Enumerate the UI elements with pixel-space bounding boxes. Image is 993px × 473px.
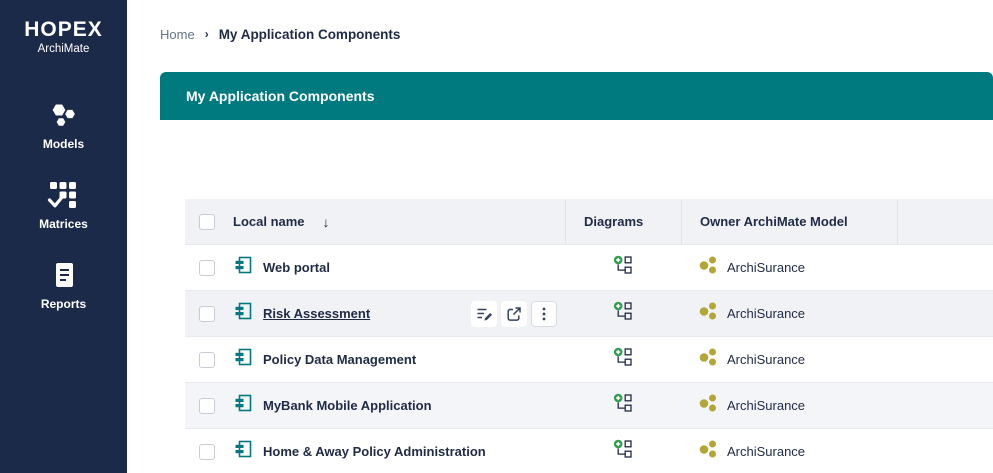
application-component-icon [233,301,253,326]
owner-model-name: ArchiSurance [727,260,806,275]
diagrams-icon[interactable] [613,439,633,464]
open-in-new-button[interactable] [501,300,527,327]
select-all-checkbox[interactable] [199,213,215,230]
row-checkbox[interactable] [199,305,215,322]
application-component-icon [233,255,253,280]
column-header-owner[interactable]: Owner ArchiMate Model [681,199,897,244]
column-header-owner-label: Owner ArchiMate Model [700,214,848,229]
edit-icon [477,308,492,320]
logo-title: HOPEX [24,18,103,41]
application-component-icon [233,439,253,464]
breadcrumb: Home › My Application Components [160,26,993,42]
component-name-link[interactable]: Home & Away Policy Administration [263,444,486,459]
column-header-diagrams-label: Diagrams [584,214,644,229]
matrices-icon [47,179,79,211]
table-header-row: Local name ↓ Diagrams Owner ArchiMate Mo… [185,199,993,245]
table-row[interactable]: Home & Away Policy Administration ArchiS… [185,429,993,473]
reports-icon [48,259,80,291]
diagrams-icon[interactable] [613,393,633,418]
breadcrumb-home[interactable]: Home [160,27,195,42]
logo-subtitle: ArchiMate [37,43,90,56]
archimate-model-icon [699,347,719,372]
table-row[interactable]: Risk Assessment ArchiSurance [185,291,993,337]
diagrams-icon[interactable] [613,255,633,280]
header-checkbox-cell [185,199,229,244]
header-spacer-cell [897,199,993,244]
application-component-icon [233,393,253,418]
archimate-model-icon [699,301,719,326]
sidebar-item-reports-label: Reports [40,297,87,312]
sidebar-nav: Models Matrices Reports [0,99,127,311]
component-name-link[interactable]: Policy Data Management [263,352,416,367]
kebab-menu-icon [542,307,546,320]
row-checkbox[interactable] [199,397,215,414]
edit-row-button[interactable] [471,300,497,327]
column-header-local-name[interactable]: Local name ↓ [229,199,565,244]
sidebar-item-models-label: Models [42,137,85,152]
row-actions [471,300,557,327]
app-window: HOPEX ArchiMate Models Matrices Reports … [0,0,993,473]
owner-model-name: ArchiSurance [727,352,806,367]
row-checkbox[interactable] [199,351,215,368]
archimate-model-icon [699,255,719,280]
breadcrumb-current: My Application Components [218,26,401,42]
diagrams-icon[interactable] [613,347,633,372]
components-table: Local name ↓ Diagrams Owner ArchiMate Mo… [185,199,993,473]
logo: HOPEX ArchiMate [0,18,127,55]
row-checkbox[interactable] [199,259,215,276]
sidebar: HOPEX ArchiMate Models Matrices Reports [0,0,127,473]
application-component-icon [233,347,253,372]
sidebar-item-matrices-label: Matrices [39,217,88,232]
diagrams-icon[interactable] [613,301,633,326]
panel-header: My Application Components [160,72,993,120]
owner-model-name: ArchiSurance [727,444,806,459]
table-row[interactable]: Web portal ArchiSurance [185,245,993,291]
sidebar-item-models[interactable]: Models [43,99,84,151]
sidebar-item-reports[interactable]: Reports [41,259,86,311]
archimate-model-icon [699,439,719,464]
page-title: My Application Components [186,88,375,104]
component-name-link[interactable]: Risk Assessment [263,306,370,321]
owner-model-name: ArchiSurance [727,306,806,321]
table-row[interactable]: MyBank Mobile Application ArchiSurance [185,383,993,429]
external-link-icon [507,306,521,321]
more-actions-button[interactable] [531,300,557,327]
column-header-local-name-label: Local name [233,214,305,229]
column-header-diagrams[interactable]: Diagrams [565,199,681,244]
chevron-right-icon: › [204,27,209,41]
component-name-link[interactable]: Web portal [263,260,330,275]
component-name-link[interactable]: MyBank Mobile Application [263,398,432,413]
models-icon [48,99,80,131]
row-checkbox[interactable] [199,443,215,460]
owner-model-name: ArchiSurance [727,398,806,413]
main-content: Home › My Application Components My Appl… [127,0,993,473]
sidebar-item-matrices[interactable]: Matrices [39,179,88,231]
sort-descending-icon[interactable]: ↓ [323,214,330,230]
archimate-model-icon [699,393,719,418]
table-row[interactable]: Policy Data Management ArchiSurance [185,337,993,383]
